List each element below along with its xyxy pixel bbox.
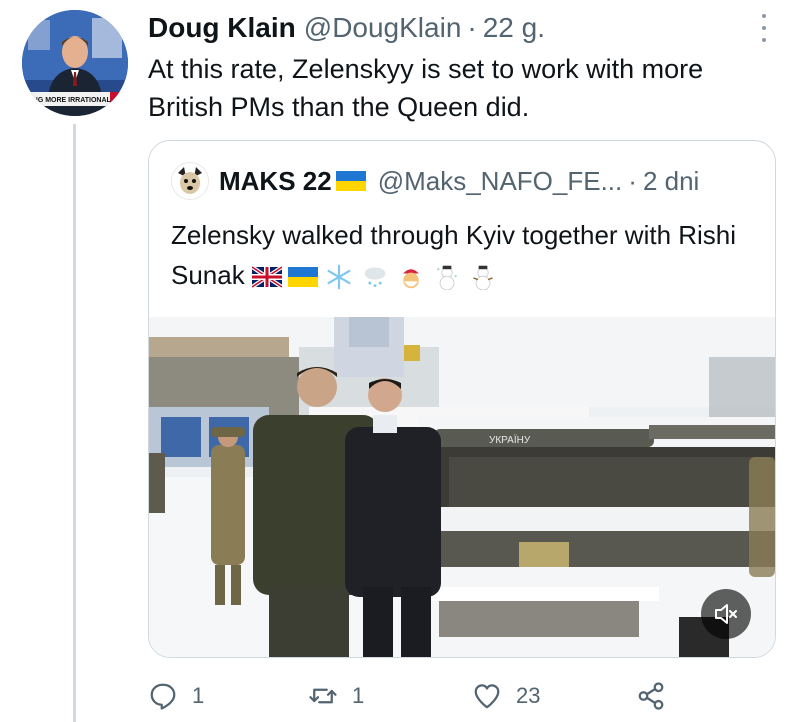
separator: · [467, 12, 477, 43]
heart-icon [474, 684, 500, 709]
thread-line [73, 124, 76, 722]
quoted-tweet[interactable]: MAKS 22 @Maks_NAFO_FE... · 2 dni Zelensk… [148, 140, 776, 658]
uk-flag-icon [251, 265, 282, 289]
more-options-icon[interactable] [754, 10, 774, 46]
reply-icon [150, 683, 176, 710]
author-avatar[interactable]: MING MORE IRRATIONAL [22, 10, 128, 116]
mute-button[interactable] [701, 589, 751, 639]
share-button[interactable] [636, 681, 666, 711]
ukraine-flag-emoji-icon [287, 267, 318, 288]
reply-count: 1 [192, 683, 205, 708]
dog-avatar-icon [172, 163, 208, 199]
quoted-tweet-text-block: Zelensky walked through Kyiv together wi… [171, 215, 761, 295]
retweet-button[interactable]: 1 [308, 681, 364, 711]
snowman-icon [473, 265, 493, 291]
ukraine-flag-icon [335, 171, 366, 191]
tweet-time[interactable]: 22 g. [483, 12, 545, 44]
quoted-author-name[interactable]: MAKS 22 [219, 166, 332, 197]
quoted-author-handle[interactable]: @Maks_NAFO_FE... [378, 166, 623, 197]
snowflake-icon [327, 264, 351, 290]
like-count: 23 [516, 683, 541, 708]
like-button[interactable]: 23 [472, 681, 540, 711]
share-icon [638, 682, 664, 710]
quoted-tweet-time[interactable]: 2 dni [643, 166, 699, 197]
quoted-author-avatar[interactable] [171, 162, 209, 200]
video-frame: УКРАЇНУ [149, 317, 775, 657]
emoji-row [251, 264, 498, 291]
retweet-count: 1 [352, 683, 365, 708]
video-media[interactable]: УКРАЇНУ [149, 317, 775, 657]
tweet-text: At this rate, Zelenskyy is set to work w… [148, 54, 704, 122]
tweet-header: Doug Klain @DougKlain · 22 g. [148, 8, 770, 48]
retweet-icon [309, 688, 337, 704]
avatar-image: MING MORE IRRATIONAL [22, 10, 128, 116]
santa-icon [401, 269, 421, 289]
reply-button[interactable]: 1 [148, 681, 204, 711]
quoted-tweet-header: MAKS 22 @Maks_NAFO_FE... · 2 dni [171, 162, 761, 200]
snowman-with-snow-icon [437, 265, 457, 291]
cloud-with-snow-icon [364, 267, 386, 288]
avatar-banner-text: MING MORE IRRATIONAL [25, 97, 112, 104]
author-handle[interactable]: @DougKlain [304, 12, 462, 44]
speaker-muted-icon [715, 604, 737, 624]
tank-graffiti-text: УКРАЇНУ [489, 434, 531, 446]
author-name[interactable]: Doug Klain [148, 12, 296, 44]
quoted-separator: · [628, 165, 637, 196]
tweet-actions: 1 1 23 [148, 676, 708, 716]
